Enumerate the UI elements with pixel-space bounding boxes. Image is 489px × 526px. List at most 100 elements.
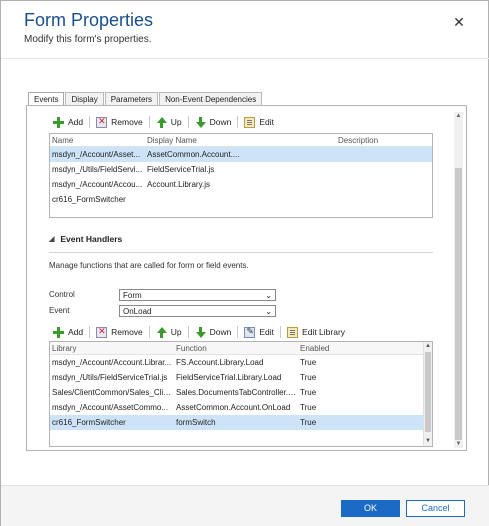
column-header-name[interactable]: Name	[50, 134, 145, 146]
handler-enabled-cell: True	[300, 388, 317, 397]
library-remove-button[interactable]: Remove	[92, 115, 147, 129]
handler-function-cell: formSwitch	[176, 418, 216, 427]
handler-remove-label: Remove	[111, 327, 143, 337]
event-select[interactable]: OnLoad ⌄	[119, 305, 276, 317]
scroll-up-icon[interactable]: ▲	[454, 112, 463, 120]
tab-display[interactable]: Display	[65, 92, 104, 106]
handler-remove-button[interactable]: Remove	[92, 325, 147, 339]
control-select-value: Form	[123, 291, 142, 300]
handler-enabled-cell: True	[300, 418, 317, 427]
scrollbar-thumb[interactable]	[425, 352, 431, 432]
library-down-label: Down	[209, 117, 232, 127]
handler-up-button[interactable]: Up	[152, 325, 186, 339]
handler-enabled-cell: True	[300, 358, 317, 367]
panel-scrollbar[interactable]: ▲ ▼	[454, 112, 463, 448]
collapse-triangle-icon: ◢	[49, 236, 55, 243]
table-row[interactable]: msdyn_/Account/AssetCommo... AssetCommon…	[50, 400, 432, 415]
column-header-library[interactable]: Library	[50, 342, 174, 354]
add-icon	[53, 326, 64, 338]
handler-add-label: Add	[68, 327, 84, 337]
table-row[interactable]: msdyn_/Utils/FieldServi... FieldServiceT…	[50, 162, 432, 177]
handler-library-cell: msdyn_/Utils/FieldServiceTrial.js	[52, 373, 168, 382]
handler-function-cell: FS.Account.Library.Load	[176, 358, 264, 367]
column-header-enabled[interactable]: Enabled	[298, 342, 418, 354]
handler-library-cell: msdyn_/Account/Account.Librar...	[52, 358, 172, 367]
table-row[interactable]: Sales/ClientCommon/Sales_Clie... Sales.D…	[50, 385, 432, 400]
library-description-cell	[336, 147, 432, 162]
column-header-description[interactable]: Description	[336, 134, 432, 146]
handler-library-cell: cr616_FormSwitcher	[52, 418, 126, 427]
dialog-footer: OK Cancel	[1, 485, 489, 526]
scrollbar-thumb[interactable]	[455, 168, 462, 440]
handler-edit-button[interactable]: Edit	[240, 325, 278, 339]
form-properties-dialog: Form Properties Modify this form's prope…	[0, 0, 489, 526]
section-divider	[49, 252, 433, 253]
toolbar-divider	[148, 326, 150, 338]
scroll-down-icon[interactable]: ▼	[454, 440, 463, 448]
close-icon[interactable]: ✕	[450, 13, 468, 31]
chevron-down-icon: ⌄	[265, 291, 272, 300]
table-row[interactable]: msdyn_/Account/Asset... AssetCommon.Acco…	[50, 147, 432, 162]
control-label: Control	[49, 290, 75, 299]
library-up-label: Up	[170, 117, 182, 127]
handler-down-label: Down	[209, 327, 232, 337]
column-header-display-name[interactable]: Display Name	[145, 134, 336, 146]
library-grid-header: Name Display Name Description	[50, 134, 432, 147]
library-add-button[interactable]: Add	[49, 115, 87, 129]
library-edit-button[interactable]: Edit	[240, 115, 278, 129]
handler-edit-label: Edit	[259, 327, 275, 337]
library-display-name-cell: AssetCommon.Account....	[147, 150, 240, 159]
library-toolbar: Add Remove Up Down Edit	[49, 115, 278, 129]
tab-parameters[interactable]: Parameters	[104, 92, 159, 106]
library-name-cell: msdyn_/Account/Accou...	[52, 180, 143, 189]
library-up-button[interactable]: Up	[152, 115, 186, 129]
table-row[interactable]: msdyn_/Utils/FieldServiceTrial.js FieldS…	[50, 370, 432, 385]
event-handlers-title: Event Handlers	[60, 234, 123, 244]
library-description-cell	[336, 162, 432, 177]
handler-function-cell: FieldServiceTrial.Library.Load	[176, 373, 282, 382]
table-row[interactable]: msdyn_/Account/Account.Librar... FS.Acco…	[50, 355, 432, 370]
library-display-name-cell: Account.Library.js	[147, 180, 210, 189]
add-icon	[53, 116, 64, 128]
handler-enabled-cell: True	[300, 373, 317, 382]
down-arrow-icon	[195, 116, 206, 128]
table-row[interactable]: msdyn_/Account/Accou... Account.Library.…	[50, 177, 432, 192]
table-row[interactable]: cr616_FormSwitcher	[50, 192, 432, 207]
toolbar-divider	[237, 116, 239, 128]
handler-grid-header: Library Function Enabled	[50, 342, 432, 355]
toolbar-divider	[237, 326, 239, 338]
edit-icon	[244, 116, 256, 128]
library-name-cell: msdyn_/Account/Asset...	[52, 150, 141, 159]
handler-grid-scrollbar[interactable]: ▲ ▼	[423, 342, 432, 446]
event-handlers-section-header[interactable]: ◢ Event Handlers	[49, 234, 122, 244]
handler-down-button[interactable]: Down	[191, 325, 236, 339]
edit-library-button[interactable]: Edit Library	[283, 325, 349, 339]
library-display-name-cell: FieldServiceTrial.js	[147, 165, 215, 174]
toolbar-divider	[89, 326, 91, 338]
events-panel: Add Remove Up Down Edit	[26, 105, 467, 451]
remove-icon	[96, 326, 108, 338]
scroll-up-icon[interactable]: ▲	[424, 342, 432, 351]
header-divider	[1, 58, 489, 59]
chevron-down-icon: ⌄	[265, 307, 272, 316]
column-header-function[interactable]: Function	[174, 342, 298, 354]
ok-button[interactable]: OK	[341, 500, 400, 517]
library-remove-label: Remove	[111, 117, 143, 127]
cancel-button[interactable]: Cancel	[406, 500, 465, 517]
handler-function-cell: Sales.DocumentsTabController.s...	[176, 388, 298, 397]
event-select-value: OnLoad	[123, 307, 152, 316]
table-row[interactable]: cr616_FormSwitcher formSwitch True	[50, 415, 432, 430]
scroll-down-icon[interactable]: ▼	[424, 437, 432, 446]
tab-non-event-dependencies[interactable]: Non-Event Dependencies	[159, 92, 263, 106]
library-down-button[interactable]: Down	[191, 115, 236, 129]
handler-function-cell: AssetCommon.Account.OnLoad	[176, 403, 291, 412]
toolbar-divider	[89, 116, 91, 128]
handler-toolbar: Add Remove Up Down Edit	[49, 325, 349, 339]
control-select[interactable]: Form ⌄	[119, 289, 276, 301]
down-arrow-icon	[195, 326, 206, 338]
handler-up-label: Up	[170, 327, 182, 337]
handler-add-button[interactable]: Add	[49, 325, 87, 339]
handler-enabled-cell: True	[300, 403, 317, 412]
toolbar-divider	[187, 116, 189, 128]
library-grid: Name Display Name Description msdyn_/Acc…	[49, 133, 433, 218]
